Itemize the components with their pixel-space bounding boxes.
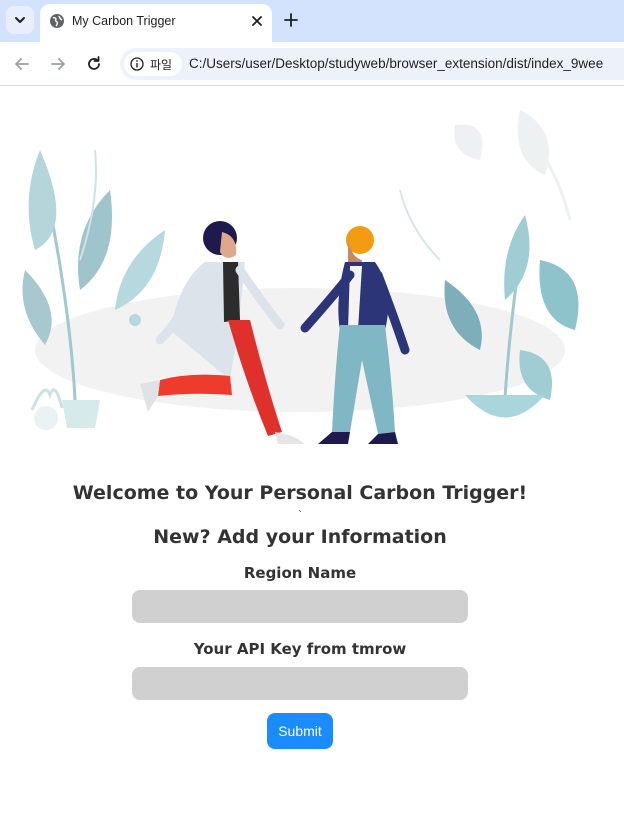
stray-mark: ` [298,510,303,521]
chevron-down-icon [15,17,25,23]
url-text[interactable]: C:/Users/user/Desktop/studyweb/browser_e… [189,56,603,71]
close-icon[interactable] [248,12,266,30]
browser-toolbar: 파일 C:/Users/user/Desktop/studyweb/browse… [0,42,624,86]
region-input[interactable] [132,590,468,623]
api-key-label: Your API Key from tmrow [193,640,407,658]
site-chip-label: 파일 [150,58,173,72]
region-label: Region Name [243,564,357,582]
globe-icon [50,14,64,28]
api-key-input[interactable] [132,667,468,700]
plus-icon[interactable] [282,11,300,29]
new-user-heading: New? Add your Information [153,526,447,548]
site-info-chip[interactable]: 파일 [124,52,182,76]
address-bar[interactable]: 파일 C:/Users/user/Desktop/studyweb/browse… [120,48,624,80]
active-tab[interactable]: My Carbon Trigger [40,4,272,42]
browser-tab-bar: My Carbon Trigger [0,0,624,42]
people-illustration [22,110,579,444]
info-icon [130,57,144,71]
submit-button[interactable]: Submit [267,713,333,749]
tab-search-button[interactable] [6,6,34,34]
back-icon[interactable] [12,54,32,74]
reload-icon[interactable] [84,54,104,74]
forward-icon[interactable] [48,54,68,74]
tab-title: My Carbon Trigger [72,14,176,28]
welcome-heading: Welcome to Your Personal Carbon Trigger! [72,482,528,504]
